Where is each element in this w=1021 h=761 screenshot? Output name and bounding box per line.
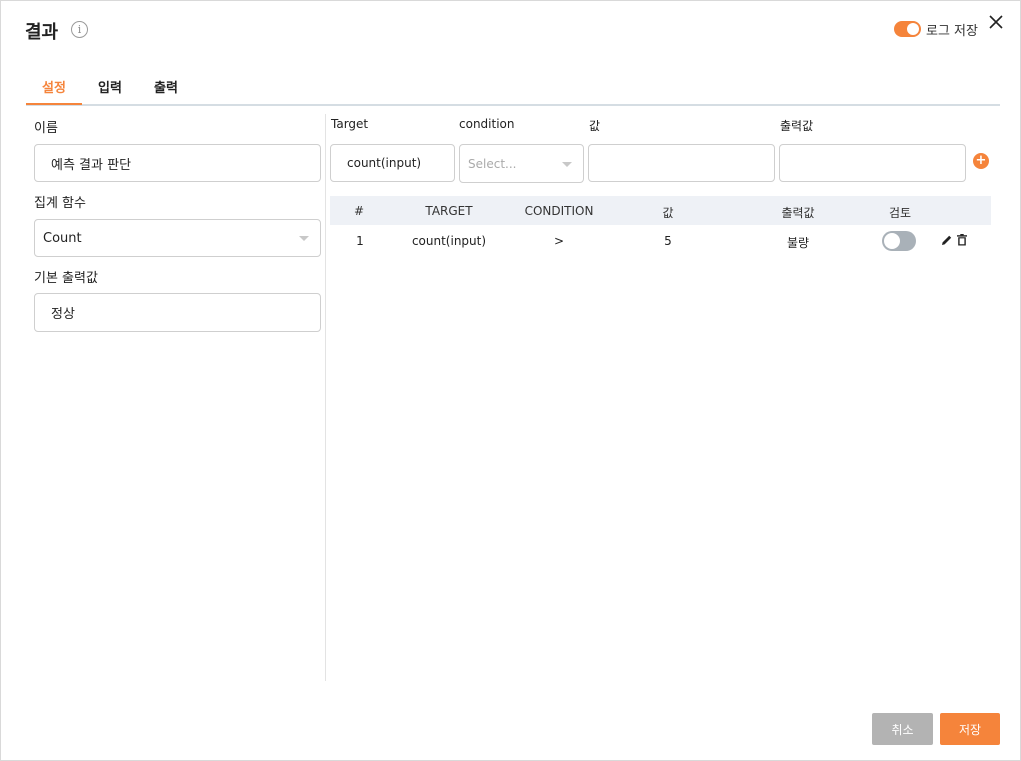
cancel-button[interactable]: 취소 xyxy=(872,713,933,745)
log-save-toggle[interactable] xyxy=(894,21,921,37)
header-condition: CONDITION xyxy=(524,204,594,218)
target-field[interactable]: count(input) xyxy=(330,144,455,182)
aggregate-select[interactable]: Count xyxy=(34,219,321,257)
chevron-down-icon xyxy=(299,236,309,241)
condition-label: condition xyxy=(459,117,515,131)
tab-settings[interactable]: 설정 xyxy=(42,77,66,96)
name-label: 이름 xyxy=(34,121,58,136)
default-output-label: 기본 출력값 xyxy=(34,271,98,286)
row-target: count(input) xyxy=(411,234,487,248)
trash-icon[interactable] xyxy=(957,234,967,246)
plus-icon: + xyxy=(975,153,987,168)
value-label: 값 xyxy=(589,119,601,133)
default-output-field[interactable]: 정상 xyxy=(34,293,321,332)
condition-select[interactable]: Select... xyxy=(459,144,584,183)
toggle-knob xyxy=(884,233,900,249)
rule-table-header: # TARGET CONDITION 값 출력값 검토 xyxy=(330,196,991,225)
info-icon[interactable]: i xyxy=(71,21,88,38)
toggle-knob xyxy=(907,23,919,35)
add-rule-button[interactable]: + xyxy=(973,153,989,169)
aggregate-selected-value: Count xyxy=(43,230,82,246)
value-field[interactable] xyxy=(588,144,775,182)
row-value: 5 xyxy=(664,234,672,248)
row-output: 불량 xyxy=(786,236,810,250)
dialog-title: 결과 xyxy=(25,22,59,43)
header-target: TARGET xyxy=(425,204,473,218)
tab-bar: 설정 입력 출력 xyxy=(26,71,1000,106)
output-field[interactable] xyxy=(779,144,966,182)
row-index: 1 xyxy=(356,234,364,248)
active-tab-indicator xyxy=(26,103,82,105)
condition-placeholder: Select... xyxy=(468,156,517,171)
tab-output[interactable]: 출력 xyxy=(154,77,178,96)
log-save-label: 로그 저장 xyxy=(926,24,978,39)
output-label: 출력값 xyxy=(780,119,814,133)
review-toggle[interactable] xyxy=(882,231,916,251)
result-dialog: 결과 i 로그 저장 설정 입력 출력 이름 예측 결과 판단 집계 함수 Co… xyxy=(0,0,1021,761)
tab-input[interactable]: 입력 xyxy=(98,77,122,96)
header-output: 출력값 xyxy=(781,206,815,220)
close-icon[interactable] xyxy=(986,12,1006,32)
header-index: # xyxy=(353,204,365,218)
header-review: 검토 xyxy=(888,206,912,220)
panel-divider xyxy=(325,114,326,681)
row-condition: > xyxy=(553,234,565,248)
header-value: 값 xyxy=(662,206,674,220)
name-field[interactable]: 예측 결과 판단 xyxy=(34,144,321,182)
target-label: Target xyxy=(331,117,369,131)
pencil-icon[interactable] xyxy=(941,234,953,246)
chevron-down-icon xyxy=(562,161,572,167)
aggregate-label: 집계 함수 xyxy=(34,196,86,211)
save-button[interactable]: 저장 xyxy=(940,713,1000,745)
